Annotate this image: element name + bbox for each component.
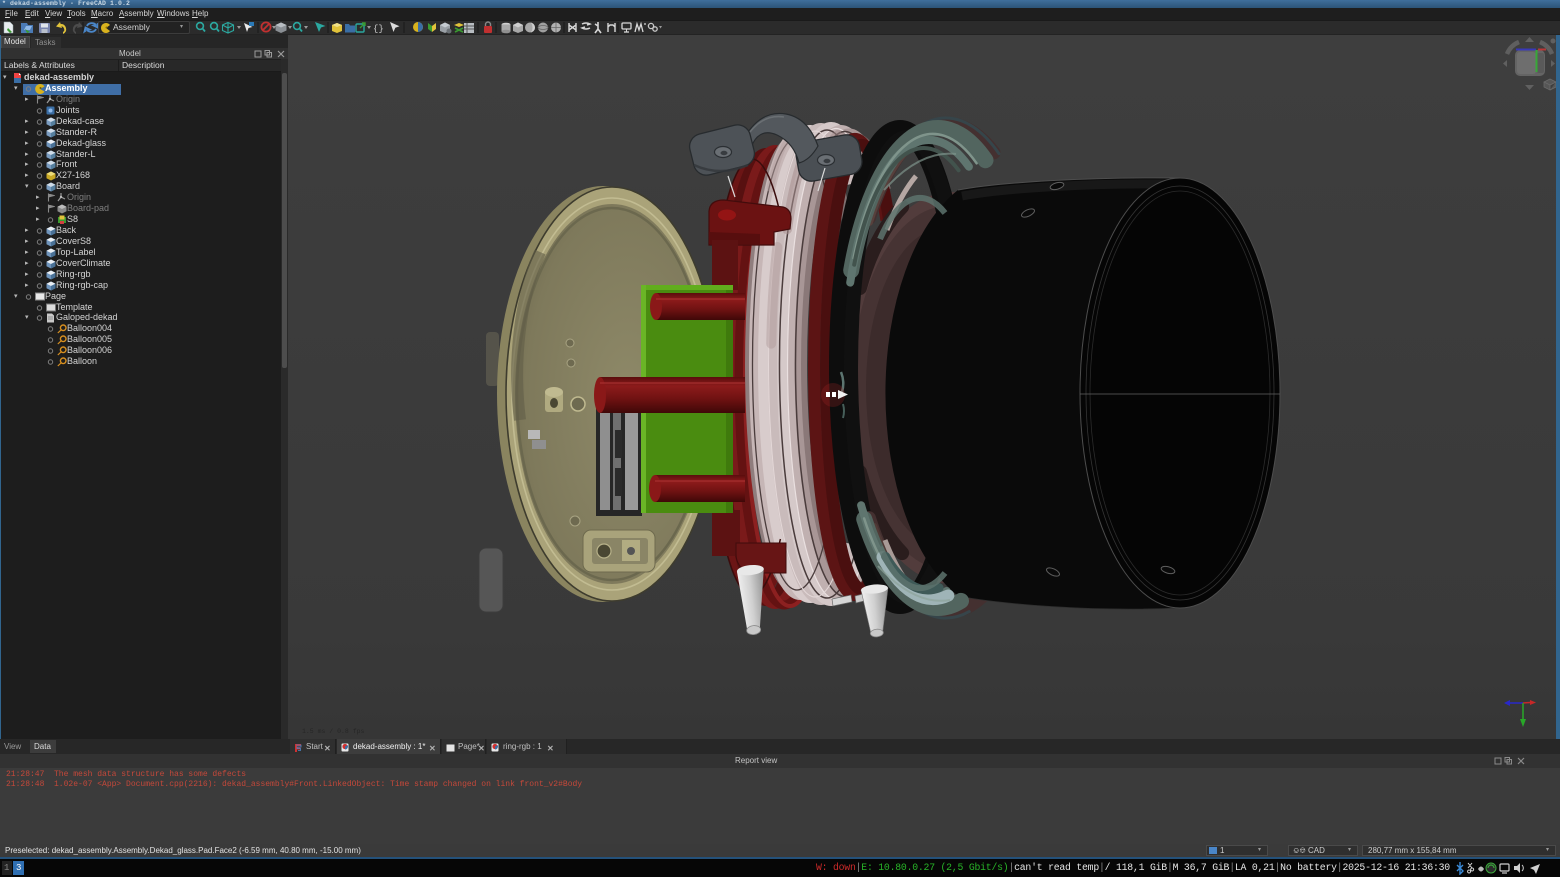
svg-text:{}: {} [373,24,384,34]
svg-text:1.5 ms / 0.8 fps: 1.5 ms / 0.8 fps [302,728,365,735]
